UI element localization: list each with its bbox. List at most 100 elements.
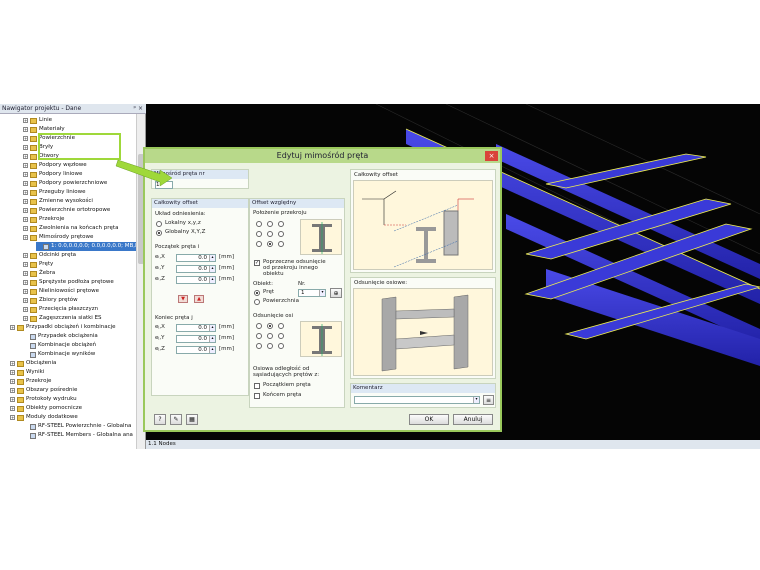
expand-toggle-icon[interactable]: + xyxy=(10,397,15,402)
object-nr-select[interactable]: 1 ▾ xyxy=(298,289,326,297)
tree-folder-item[interactable]: + Odcinki pręta xyxy=(23,251,76,260)
spinner-icon[interactable]: ▴ xyxy=(209,347,215,353)
tree-folder-item[interactable]: + Przypadki obciążeń i kombinacje xyxy=(10,323,116,332)
arrow-down-button[interactable]: ▼ xyxy=(178,295,188,303)
tree-folder-item[interactable]: + Zmienne wysokości xyxy=(23,197,93,206)
expand-toggle-icon[interactable]: + xyxy=(23,190,28,195)
expand-toggle-icon[interactable]: + xyxy=(10,370,15,375)
tree-folder-item[interactable]: + Nieliniowości prętowe xyxy=(23,287,99,296)
comment-library-button[interactable]: ≡ xyxy=(483,395,494,405)
tree-folder-item[interactable]: + Przekroje xyxy=(23,215,64,224)
position-radio[interactable] xyxy=(256,221,262,227)
expand-toggle-icon[interactable]: + xyxy=(23,181,28,186)
end-offset-input[interactable]: 0.0 ▴ xyxy=(176,324,216,332)
expand-toggle-icon[interactable]: + xyxy=(23,118,28,123)
tree-folder-item[interactable]: + Obciążenia xyxy=(10,359,56,368)
tree-folder-item[interactable]: + Pręty xyxy=(23,260,53,269)
tree-folder-item[interactable]: + Mimośrody prętowe xyxy=(23,233,93,242)
tree-folder-item[interactable]: + Powierzchnie ortotropowe xyxy=(23,206,110,215)
tree-folder-item[interactable]: + Wyniki xyxy=(10,368,44,377)
expand-toggle-icon[interactable]: + xyxy=(23,253,28,258)
tree-leaf-item[interactable]: +Kombinacje obciążeń xyxy=(23,341,96,350)
ok-button[interactable]: OK xyxy=(409,414,449,425)
expand-toggle-icon[interactable]: + xyxy=(23,172,28,177)
position-radio[interactable] xyxy=(256,323,262,329)
position-radio[interactable] xyxy=(278,333,284,339)
tree-folder-item[interactable]: + Żebra xyxy=(23,269,55,278)
tree-folder-item[interactable]: + Zwolnienia na końcach pręta xyxy=(23,224,118,233)
expand-toggle-icon[interactable]: + xyxy=(10,325,15,330)
tree-folder-item[interactable]: + Podpory liniowe xyxy=(23,170,82,179)
tree-folder-item[interactable]: + Obszary pośrednie xyxy=(10,386,77,395)
end-offset-input[interactable]: 0.0 ▴ xyxy=(176,335,216,343)
expand-toggle-icon[interactable]: + xyxy=(23,145,28,150)
expand-toggle-icon[interactable]: + xyxy=(23,262,28,267)
position-radio[interactable] xyxy=(267,343,273,349)
expand-toggle-icon[interactable]: + xyxy=(10,415,15,420)
close-button[interactable]: × xyxy=(485,151,498,161)
expand-toggle-icon[interactable]: + xyxy=(23,307,28,312)
tree-folder-item[interactable]: + Zagęszczenia siatki ES xyxy=(23,314,102,323)
tree-folder-item[interactable]: + Podpory węzłowe xyxy=(23,161,87,170)
expand-toggle-icon[interactable]: + xyxy=(23,289,28,294)
expand-toggle-icon[interactable]: + xyxy=(23,154,28,159)
expand-toggle-icon[interactable]: + xyxy=(23,217,28,222)
global-axes-radio[interactable] xyxy=(156,230,162,236)
edit-button[interactable]: ✎ xyxy=(170,414,182,425)
expand-toggle-icon[interactable]: + xyxy=(10,379,15,384)
tree-folder-item[interactable]: + Przekroje xyxy=(10,377,51,386)
navigator-window-controls[interactable]: ᵖ × xyxy=(133,104,143,114)
comment-input[interactable]: ▾ xyxy=(354,396,480,404)
position-radio[interactable] xyxy=(278,343,284,349)
position-radio[interactable] xyxy=(267,241,273,247)
spinner-icon[interactable]: ▴ xyxy=(209,266,215,272)
tree-leaf-item[interactable]: +RF-STEEL Members - Globalna ana xyxy=(23,431,133,440)
tree-folder-item[interactable]: + Linie xyxy=(23,116,52,125)
tree-folder-item[interactable]: + Obiekty pomocnicze xyxy=(10,404,82,413)
spinner-icon[interactable]: ▴ xyxy=(209,255,215,261)
expand-toggle-icon[interactable]: + xyxy=(23,226,28,231)
tree-folder-item[interactable]: + Przeguby liniowe xyxy=(23,188,86,197)
expand-toggle-icon[interactable]: + xyxy=(23,208,28,213)
arrow-up-button[interactable]: ▲ xyxy=(194,295,204,303)
transverse-offset-checkbox[interactable]: ✓ xyxy=(254,260,260,266)
position-radio[interactable] xyxy=(278,231,284,237)
expand-toggle-icon[interactable]: + xyxy=(23,199,28,204)
expand-toggle-icon[interactable]: + xyxy=(23,163,28,168)
spinner-icon[interactable]: ▴ xyxy=(209,336,215,342)
tree-folder-item[interactable]: + Moduły dodatkowe xyxy=(10,413,78,422)
help-button[interactable]: ? xyxy=(154,414,166,425)
expand-toggle-icon[interactable]: + xyxy=(23,271,28,276)
tree-folder-item[interactable]: + Protokoły wydruku xyxy=(10,395,77,404)
expand-toggle-icon[interactable]: + xyxy=(23,136,28,141)
position-radio[interactable] xyxy=(267,221,273,227)
expand-toggle-icon[interactable]: + xyxy=(23,316,28,321)
pick-object-button[interactable]: ⊕ xyxy=(330,288,342,298)
position-radio[interactable] xyxy=(256,231,262,237)
start-offset-input[interactable]: 0.0 ▴ xyxy=(176,254,216,262)
position-radio[interactable] xyxy=(278,241,284,247)
position-radio[interactable] xyxy=(267,231,273,237)
spinner-icon[interactable]: ▴ xyxy=(209,325,215,331)
position-radio[interactable] xyxy=(256,333,262,339)
start-offset-input[interactable]: 0.0 ▴ xyxy=(176,265,216,273)
local-axes-radio[interactable] xyxy=(156,221,162,227)
expand-toggle-icon[interactable]: + xyxy=(23,280,28,285)
tree-folder-item[interactable]: + Zbiory prętów xyxy=(23,296,78,305)
expand-toggle-icon[interactable]: + xyxy=(23,127,28,132)
expand-toggle-icon[interactable]: + xyxy=(23,298,28,303)
spinner-icon[interactable]: ▴ xyxy=(209,277,215,283)
table-button[interactable]: ▦ xyxy=(186,414,198,425)
tree-leaf-item[interactable]: +Przypadek obciążenia xyxy=(23,332,98,341)
position-radio[interactable] xyxy=(278,221,284,227)
member-radio[interactable] xyxy=(254,290,260,296)
position-radio[interactable] xyxy=(267,333,273,339)
tree-folder-item[interactable]: + Podpory powierzchniowe xyxy=(23,179,107,188)
member-end-checkbox[interactable] xyxy=(254,393,260,399)
start-offset-input[interactable]: 0.0 ▴ xyxy=(176,276,216,284)
surface-radio[interactable] xyxy=(254,299,260,305)
tree-folder-item[interactable]: + Sprężyste podłoża prętowe xyxy=(23,278,114,287)
position-radio[interactable] xyxy=(278,323,284,329)
member-start-checkbox[interactable] xyxy=(254,383,260,389)
position-radio[interactable] xyxy=(256,241,262,247)
